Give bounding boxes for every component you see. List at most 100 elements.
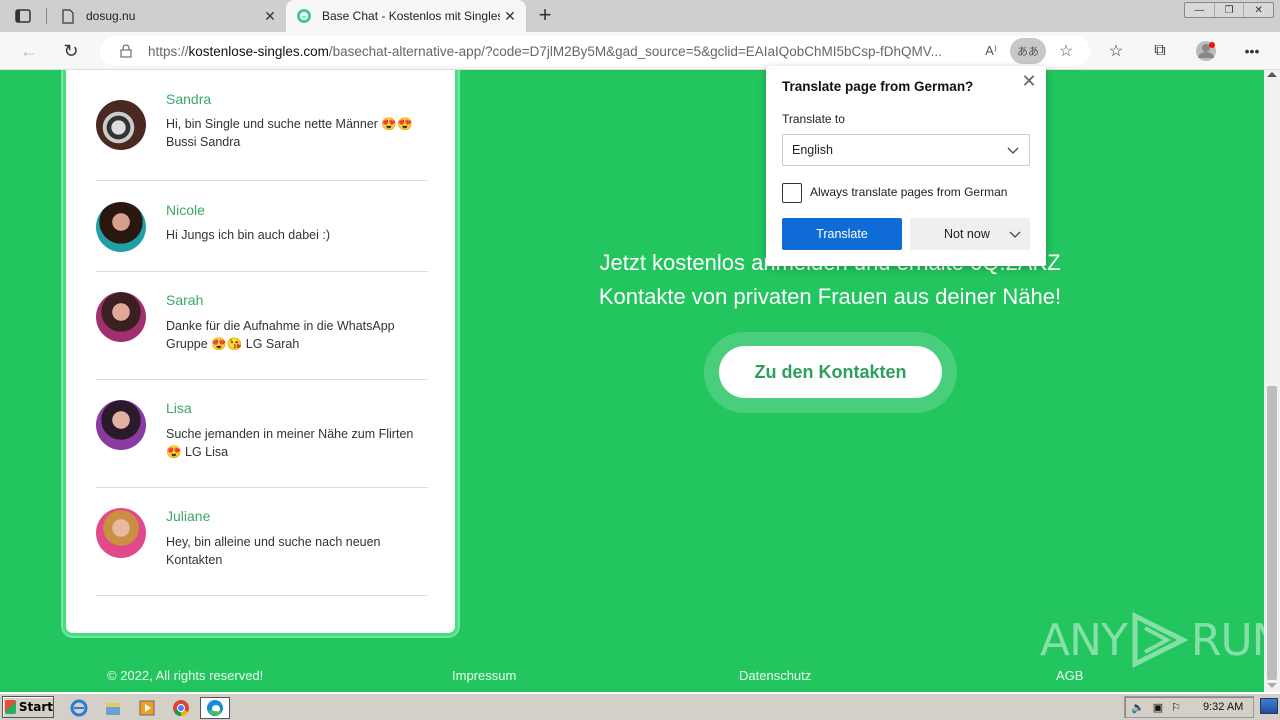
datenschutz-link[interactable]: Datenschutz (739, 668, 811, 683)
translate-popup: Translate page from German? ✕ Translate … (766, 66, 1046, 266)
sender-name: Nicole (166, 202, 205, 218)
not-now-label: Not now (944, 227, 990, 241)
messages-card: Sandra Hi, bin Single und suche nette Mä… (63, 70, 458, 636)
play-logo-icon (1132, 611, 1189, 669)
back-button[interactable]: ← (18, 40, 40, 62)
anyrun-watermark: ANY RUN (1040, 610, 1264, 670)
message-item[interactable]: Nicole Hi Jungs ich bin auch dabei :) (96, 181, 428, 272)
copyright-text: © 2022, All rights reserved! (107, 668, 264, 683)
scroll-down-icon[interactable] (1267, 683, 1277, 688)
close-tab-icon[interactable]: ✕ (500, 8, 520, 25)
chat-bubble-icon (296, 8, 312, 24)
tab-title: dosug.nu (86, 9, 136, 23)
chevron-down-icon[interactable] (1008, 227, 1022, 241)
message-item[interactable]: Lisa Suche jemanden in meiner Nähe zum F… (96, 380, 428, 488)
popup-title: Translate page from German? (782, 79, 974, 94)
windows-logo-icon (5, 700, 16, 714)
translate-icon[interactable]: ああ (1010, 38, 1046, 64)
contacts-button[interactable]: Zu den Kontakten (719, 346, 942, 398)
address-bar[interactable]: https://kostenlose-singles.com/basechat-… (100, 36, 1090, 66)
add-favorite-icon[interactable]: ☆ (1055, 40, 1077, 62)
translate-to-label: Translate to (782, 112, 845, 126)
taskbar: Start 🔈 ▣ ⚐ 9:32 AM (0, 692, 1280, 720)
message-text: Hi Jungs ich bin auch dabei :) (166, 228, 330, 242)
lock-icon (118, 43, 134, 59)
file-explorer-icon[interactable] (102, 697, 124, 719)
scrollbar-thumb[interactable] (1267, 386, 1277, 680)
avatar (96, 508, 146, 558)
tab-actions-icon (15, 9, 31, 23)
refresh-button[interactable]: ↻ (60, 40, 82, 62)
message-item[interactable]: Sandra Hi, bin Single und suche nette Mä… (96, 70, 428, 181)
close-window-button[interactable]: ✕ (1244, 3, 1273, 17)
flag-icon[interactable]: ⚐ (1171, 701, 1181, 714)
new-tab-button[interactable]: + (534, 4, 556, 26)
tab-separator (46, 8, 47, 24)
collections-icon[interactable]: ⧉ (1149, 40, 1171, 62)
arrow-left-icon: ← (20, 40, 38, 61)
show-desktop-button[interactable] (1260, 698, 1278, 714)
watermark-text-run: RUN (1190, 614, 1264, 666)
browser-toolbar: ← ↻ https://kostenlose-singles.com/basec… (0, 32, 1280, 70)
system-tray: 🔈 ▣ ⚐ 9:32 AM (1124, 696, 1254, 718)
profile-avatar[interactable] (1195, 40, 1217, 62)
scroll-up-icon[interactable] (1267, 72, 1277, 77)
start-label: Start (18, 700, 53, 714)
language-select[interactable]: English (782, 134, 1030, 166)
more-options-icon[interactable]: ••• (1241, 40, 1263, 62)
impressum-link[interactable]: Impressum (452, 668, 516, 683)
minimize-button[interactable]: — (1185, 3, 1215, 17)
message-item[interactable]: Sarah Danke für die Aufnahme in die What… (96, 272, 428, 380)
start-button[interactable]: Start (2, 696, 54, 718)
always-translate-label: Always translate pages from German (810, 185, 1008, 199)
selected-language: English (792, 143, 833, 157)
web-page: Sandra Hi, bin Single und suche nette Mä… (0, 70, 1264, 692)
message-text: Suche jemanden in meiner Nähe zum Flirte… (166, 427, 414, 459)
promo-line-2: Kontakte von privaten Frauen aus deiner … (598, 284, 1062, 309)
tab-base-chat[interactable]: Base Chat - Kostenlos mit Singles ✕ (286, 0, 526, 32)
url-host: kostenlose-singles.com (188, 43, 329, 59)
message-text: Hi, bin Single und suche nette Männer 😍😍… (166, 117, 413, 149)
url-path: /basechat-alternative-app/?code=D7jlM2By… (328, 43, 942, 59)
window-controls: — ❐ ✕ (1184, 2, 1274, 18)
tab-strip: dosug.nu ✕ Base Chat - Kostenlos mit Sin… (0, 0, 1280, 32)
read-aloud-icon[interactable]: A⁾ (980, 40, 1002, 62)
refresh-icon: ↻ (63, 40, 79, 61)
network-icon[interactable]: ▣ (1153, 701, 1163, 714)
avatar (96, 100, 146, 150)
favorites-icon[interactable]: ☆ (1105, 40, 1127, 62)
agb-link[interactable]: AGB (1056, 668, 1083, 683)
translate-button[interactable]: Translate (782, 218, 902, 250)
tab-dosug[interactable]: dosug.nu ✕ (50, 0, 286, 32)
chevron-down-icon (1007, 147, 1019, 154)
sender-name: Juliane (166, 508, 211, 524)
edge-icon[interactable] (200, 697, 230, 719)
media-player-icon[interactable] (136, 697, 158, 719)
avatar (96, 400, 146, 450)
always-translate-checkbox[interactable] (782, 183, 802, 203)
cta-halo: Zu den Kontakten (704, 332, 957, 413)
clock: 9:32 AM (1202, 701, 1244, 713)
sender-name: Lisa (166, 400, 192, 416)
close-tab-icon[interactable]: ✕ (260, 8, 280, 25)
message-text: Hey, bin alleine und suche nach neuen Ko… (166, 535, 381, 567)
message-item[interactable]: Juliane Hey, bin alleine und suche nach … (96, 488, 428, 596)
watermark-text-any: ANY (1040, 614, 1128, 666)
avatar (96, 202, 146, 252)
document-icon (60, 8, 76, 24)
avatar (96, 292, 146, 342)
sender-name: Sandra (166, 91, 212, 107)
close-popup-icon[interactable]: ✕ (1020, 72, 1038, 90)
page-scrollbar[interactable] (1264, 70, 1280, 692)
volume-icon[interactable]: 🔈 (1131, 701, 1145, 714)
not-now-button[interactable]: Not now (910, 218, 1030, 250)
chrome-icon[interactable] (170, 697, 192, 719)
tab-actions-button[interactable] (14, 7, 32, 25)
url-text[interactable]: https://kostenlose-singles.com/basechat-… (148, 44, 978, 59)
tab-title: Base Chat - Kostenlos mit Singles (322, 9, 500, 23)
sender-name: Sarah (166, 292, 204, 308)
message-text: Danke für die Aufnahme in die WhatsApp G… (166, 319, 395, 351)
internet-explorer-icon[interactable] (68, 697, 90, 719)
url-scheme: https:// (148, 43, 189, 59)
restore-button[interactable]: ❐ (1215, 3, 1245, 17)
